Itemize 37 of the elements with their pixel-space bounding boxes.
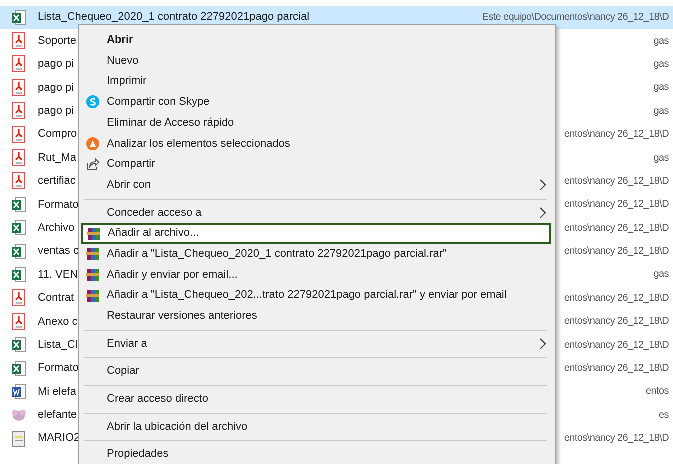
file-location: gas bbox=[654, 81, 669, 96]
file-location: entos\nancy 26_12_18\D bbox=[564, 245, 669, 260]
file-location: entos\nancy 26_12_18\D bbox=[564, 362, 669, 376]
file-name: Contrat bbox=[38, 291, 74, 306]
file-name: elefante bbox=[38, 408, 78, 424]
file-location: entos\nancy 26_12_18\D bbox=[564, 128, 669, 142]
file-name: Formato bbox=[38, 361, 79, 376]
file-name: Lista_Cl bbox=[38, 338, 78, 353]
file-location: gas bbox=[654, 268, 669, 282]
file-location: entos\nancy 26_12_18\D bbox=[564, 222, 669, 236]
file-name: Formato bbox=[38, 198, 79, 213]
file-location: gas bbox=[654, 34, 669, 49]
file-name: Compro bbox=[38, 127, 78, 142]
file-name: pago pi bbox=[38, 104, 74, 119]
file-location: entos\nancy 26_12_18\D bbox=[564, 198, 669, 212]
file-location: entos bbox=[646, 385, 669, 400]
file-name: Rut_Ma bbox=[38, 150, 77, 166]
file-name: Mi elefa bbox=[38, 384, 77, 400]
file-name: 11. VEN bbox=[38, 268, 78, 283]
file-name: Lista_Chequeo_2020_1 contrato 22792021pago parcial bbox=[38, 10, 310, 26]
file-name: Soporte bbox=[38, 34, 77, 49]
file-name: pago pi bbox=[38, 80, 74, 96]
file-location: entos\nancy 26_12_18\D bbox=[564, 338, 669, 353]
file-name: certifiac bbox=[38, 174, 76, 190]
file-location: entos\nancy 26_12_18\D bbox=[564, 432, 669, 446]
file-location: entos\nancy 26_12_18\D bbox=[564, 315, 669, 330]
file-location: gas bbox=[654, 104, 669, 119]
file-location: es bbox=[659, 408, 669, 423]
file-name: MARIO2 bbox=[38, 431, 80, 446]
file-name: Anexo c bbox=[38, 314, 78, 330]
file-location: entos\nancy 26_12_18\D bbox=[564, 292, 669, 306]
file-location: gas bbox=[654, 58, 669, 72]
file-name: pago pi bbox=[38, 57, 74, 72]
file-name: Archivo bbox=[38, 220, 75, 236]
file-location: Este equipo\Documentos\nancy 26_12_18\D bbox=[482, 11, 669, 26]
file-location: entos\nancy 26_12_18\D bbox=[564, 174, 669, 189]
file-location: gas bbox=[654, 152, 669, 166]
